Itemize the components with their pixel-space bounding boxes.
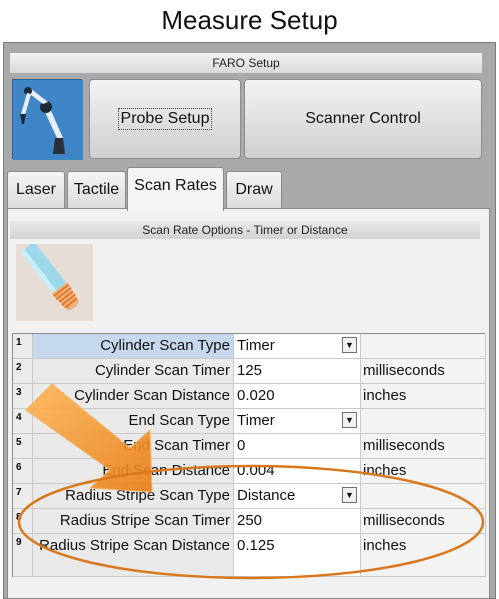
value-select[interactable]: Distance ▼	[234, 484, 361, 509]
row-label: End Scan Distance	[33, 459, 234, 484]
scan-rate-grid: 1 Cylinder Scan Type Timer ▼ 2 Cylinder …	[12, 333, 486, 577]
value-field[interactable]: 125	[234, 359, 361, 384]
row-label: Cylinder Scan Type	[33, 334, 234, 359]
chevron-down-icon[interactable]: ▼	[342, 412, 357, 428]
row-number: 2	[13, 359, 33, 384]
unit-cell	[361, 484, 486, 509]
row-number: 3	[13, 384, 33, 409]
table-row: 4 End Scan Type Timer ▼	[13, 409, 486, 434]
table-row: 2 Cylinder Scan Timer 125 milliseconds	[13, 359, 486, 384]
unit-cell: inches	[361, 459, 486, 484]
faro-arm-icon	[12, 79, 83, 160]
row-label: Radius Stripe Scan Timer	[33, 509, 234, 534]
unit-cell: inches	[361, 534, 486, 577]
row-number: 1	[13, 334, 33, 359]
value-field[interactable]: 0.125	[234, 534, 361, 577]
unit-cell: milliseconds	[361, 434, 486, 459]
value-field[interactable]: 0.020	[234, 384, 361, 409]
row-label: Cylinder Scan Timer	[33, 359, 234, 384]
unit-cell	[361, 334, 486, 359]
scanner-control-button[interactable]: Scanner Control	[244, 79, 482, 159]
row-number: 9	[13, 534, 33, 577]
row-number: 4	[13, 409, 33, 434]
row-number: 6	[13, 459, 33, 484]
row-label: Radius Stripe Scan Distance	[33, 534, 234, 577]
tab-scan-rates[interactable]: Scan Rates	[127, 167, 224, 211]
probe-tip-icon	[16, 241, 93, 321]
window-title: Measure Setup	[0, 0, 499, 40]
value-select[interactable]: Timer ▼	[234, 334, 361, 359]
row-label: End Scan Timer	[33, 434, 234, 459]
row-number: 5	[13, 434, 33, 459]
tab-draw[interactable]: Draw	[226, 171, 282, 208]
table-row: 6 End Scan Distance 0.004 inches	[13, 459, 486, 484]
tab-laser[interactable]: Laser	[7, 171, 65, 208]
probe-setup-button[interactable]: Probe Setup	[89, 79, 241, 159]
table-row: 1 Cylinder Scan Type Timer ▼	[13, 334, 486, 359]
tab-tactile[interactable]: Tactile	[67, 171, 126, 208]
value-text: Timer	[237, 337, 275, 354]
table-row: 3 Cylinder Scan Distance 0.020 inches	[13, 384, 486, 409]
unit-cell: milliseconds	[361, 359, 486, 384]
row-label: Radius Stripe Scan Type	[33, 484, 234, 509]
value-field[interactable]: 0	[234, 434, 361, 459]
scan-rate-options-header: Scan Rate Options - Timer or Distance	[10, 221, 480, 239]
unit-cell: inches	[361, 384, 486, 409]
table-row: 9 Radius Stripe Scan Distance 0.125 inch…	[13, 534, 486, 577]
table-row: 7 Radius Stripe Scan Type Distance ▼	[13, 484, 486, 509]
value-select[interactable]: Timer ▼	[234, 409, 361, 434]
value-field[interactable]: 250	[234, 509, 361, 534]
chevron-down-icon[interactable]: ▼	[342, 487, 357, 503]
table-row: 5 End Scan Timer 0 milliseconds	[13, 434, 486, 459]
value-field[interactable]: 0.004	[234, 459, 361, 484]
row-number: 8	[13, 509, 33, 534]
row-label: Cylinder Scan Distance	[33, 384, 234, 409]
unit-cell	[361, 409, 486, 434]
faro-setup-header: FARO Setup	[10, 53, 482, 73]
table-row: 8 Radius Stripe Scan Timer 250 milliseco…	[13, 509, 486, 534]
row-number: 7	[13, 484, 33, 509]
row-label: End Scan Type	[33, 409, 234, 434]
unit-cell: milliseconds	[361, 509, 486, 534]
value-text: Timer	[237, 412, 275, 429]
value-text: Distance	[237, 487, 296, 504]
chevron-down-icon[interactable]: ▼	[342, 337, 357, 353]
probe-setup-label: Probe Setup	[117, 108, 213, 130]
